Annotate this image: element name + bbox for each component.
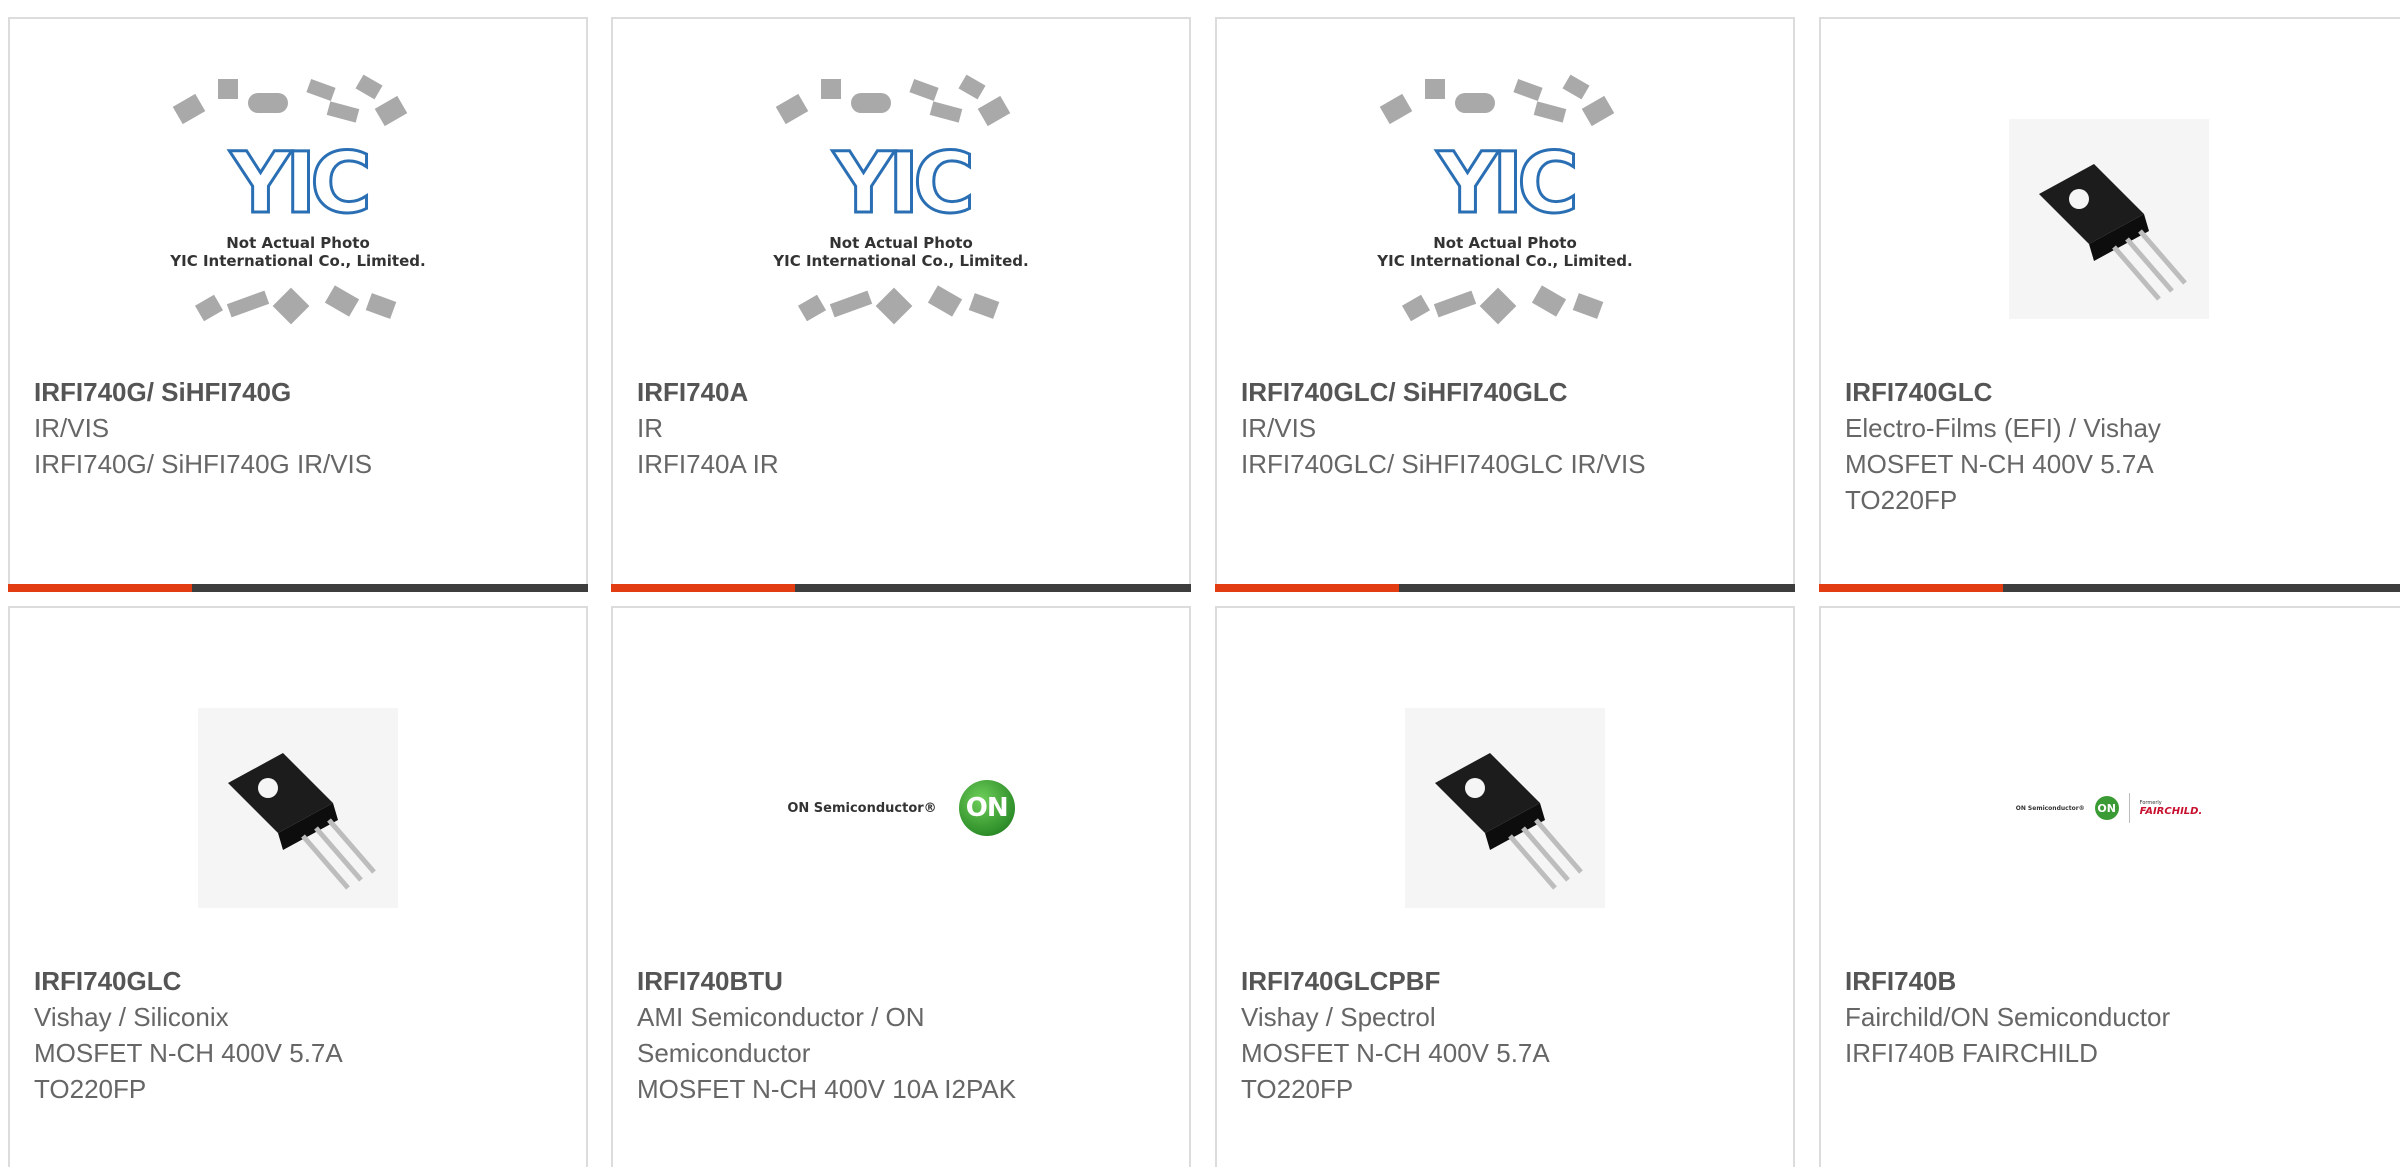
product-manufacturer: Electro-Films (EFI) / Vishay — [1845, 413, 2161, 443]
to220-transistor-image — [2009, 119, 2209, 319]
card-accent — [1819, 584, 2003, 592]
yic-placeholder-image: YIC Not Actual Photo YIC International C… — [1365, 74, 1645, 359]
product-image[interactable] — [1821, 79, 2397, 359]
on-logo-icon: ON — [2094, 796, 2119, 820]
product-info: IRFI740A IR IRFI740A IR — [637, 374, 1165, 482]
yic-logo: YIC — [1436, 134, 1581, 232]
product-info: IRFI740B Fairchild/ON Semiconductor IRFI… — [1845, 963, 2383, 1071]
product-grid: YIC Not Actual Photo YIC International C… — [0, 0, 2400, 1167]
product-manufacturer: Vishay / Siliconix — [34, 1002, 229, 1032]
product-manufacturer: IR — [637, 413, 663, 443]
product-description: IRFI740B FAIRCHILD — [1845, 1038, 2098, 1068]
product-info: IRFI740BTU AMI Semiconductor / ON Semico… — [637, 963, 1165, 1107]
product-title[interactable]: IRFI740A — [637, 374, 1165, 410]
placeholder-company: YIC International Co., Limited. — [170, 252, 426, 270]
product-card[interactable]: YIC Not Actual Photo YIC International C… — [611, 17, 1191, 592]
placeholder-caption: Not Actual Photo — [829, 234, 973, 252]
product-card[interactable]: IRFI740GLCPBF Vishay / Spectrol MOSFET N… — [1215, 606, 1795, 1167]
placeholder-company: YIC International Co., Limited. — [773, 252, 1029, 270]
product-description: IRFI740GLC/ SiHFI740GLC IR/VIS — [1241, 449, 1646, 479]
product-title[interactable]: IRFI740G/ SiHFI740G — [34, 374, 562, 410]
on-semiconductor-wordmark: ON Semiconductor® — [787, 800, 937, 816]
product-card[interactable]: IRFI740GLC Vishay / Siliconix MOSFET N-C… — [8, 606, 588, 1167]
product-description: MOSFET N-CH 400V 5.7A TO220FP — [1845, 449, 2153, 515]
product-manufacturer: IR/VIS — [34, 413, 110, 443]
to220-transistor-image — [1405, 708, 1605, 908]
product-image[interactable]: YIC Not Actual Photo YIC International C… — [1217, 74, 1793, 359]
card-accent — [8, 584, 192, 592]
product-title[interactable]: IRFI740BTU — [637, 963, 1165, 999]
yic-placeholder-image: YIC Not Actual Photo YIC International C… — [158, 74, 438, 359]
product-title[interactable]: IRFI740GLCPBF — [1241, 963, 1769, 999]
card-bottom-bar — [1819, 584, 2400, 592]
product-image[interactable]: YIC Not Actual Photo YIC International C… — [10, 74, 586, 359]
product-info: IRFI740GLCPBF Vishay / Spectrol MOSFET N… — [1241, 963, 1769, 1107]
logo-divider — [2128, 793, 2130, 823]
yic-placeholder-image: YIC Not Actual Photo YIC International C… — [761, 74, 1041, 359]
product-manufacturer: Vishay / Spectrol — [1241, 1002, 1436, 1032]
product-title[interactable]: IRFI740GLC/ SiHFI740GLC — [1241, 374, 1769, 410]
to220-transistor-image — [198, 708, 398, 908]
card-accent — [1215, 584, 1399, 592]
product-info: IRFI740G/ SiHFI740G IR/VIS IRFI740G/ SiH… — [34, 374, 562, 482]
product-manufacturer: Fairchild/ON Semiconductor — [1845, 1002, 2171, 1032]
product-card[interactable]: YIC Not Actual Photo YIC International C… — [8, 17, 588, 592]
product-image[interactable]: ON Semiconductor® ON Formerly FAIRCHILD. — [1821, 668, 2397, 948]
product-title[interactable]: IRFI740GLC — [34, 963, 562, 999]
product-info: IRFI740GLC/ SiHFI740GLC IR/VIS IRFI740GL… — [1241, 374, 1769, 482]
fairchild-wordmark: Formerly FAIRCHILD. — [2140, 800, 2203, 817]
yic-logo: YIC — [229, 134, 374, 232]
product-card[interactable]: YIC Not Actual Photo YIC International C… — [1215, 17, 1795, 592]
on-fairchild-logo: ON Semiconductor® ON Formerly FAIRCHILD. — [2015, 793, 2203, 823]
yic-logo: YIC — [832, 134, 977, 232]
product-description: MOSFET N-CH 400V 5.7A TO220FP — [1241, 1038, 1549, 1104]
product-card[interactable]: IRFI740GLC Electro-Films (EFI) / Vishay … — [1819, 17, 2400, 592]
card-bottom-bar — [8, 584, 588, 592]
product-card[interactable]: ON Semiconductor® ON IRFI740BTU AMI Semi… — [611, 606, 1191, 1167]
card-bottom-bar — [611, 584, 1191, 592]
product-title[interactable]: IRFI740B — [1845, 963, 2383, 999]
product-title[interactable]: IRFI740GLC — [1845, 374, 2383, 410]
on-logo-icon: ON — [958, 780, 1015, 836]
product-description: IRFI740A IR — [637, 449, 779, 479]
product-image[interactable]: ON Semiconductor® ON — [613, 668, 1189, 948]
placeholder-company: YIC International Co., Limited. — [1377, 252, 1633, 270]
product-card[interactable]: ON Semiconductor® ON Formerly FAIRCHILD.… — [1819, 606, 2400, 1167]
product-info: IRFI740GLC Vishay / Siliconix MOSFET N-C… — [34, 963, 562, 1107]
product-description: MOSFET N-CH 400V 10A I2PAK — [637, 1074, 1017, 1104]
on-semiconductor-wordmark: ON Semiconductor® — [2015, 804, 2085, 812]
placeholder-caption: Not Actual Photo — [1433, 234, 1577, 252]
on-semiconductor-logo: ON Semiconductor® ON — [787, 780, 1015, 836]
product-description: MOSFET N-CH 400V 5.7A TO220FP — [34, 1038, 342, 1104]
placeholder-caption: Not Actual Photo — [226, 234, 370, 252]
fairchild-label: FAIRCHILD. — [2139, 805, 2203, 817]
product-info: IRFI740GLC Electro-Films (EFI) / Vishay … — [1845, 374, 2383, 518]
product-description: IRFI740G/ SiHFI740G IR/VIS — [34, 449, 373, 479]
product-manufacturer: AMI Semiconductor / ON Semiconductor — [637, 1002, 925, 1068]
product-image[interactable] — [1217, 668, 1793, 948]
product-image[interactable]: YIC Not Actual Photo YIC International C… — [613, 74, 1189, 359]
product-manufacturer: IR/VIS — [1241, 413, 1317, 443]
card-bottom-bar — [1215, 584, 1795, 592]
card-accent — [611, 584, 795, 592]
product-image[interactable] — [10, 668, 586, 948]
